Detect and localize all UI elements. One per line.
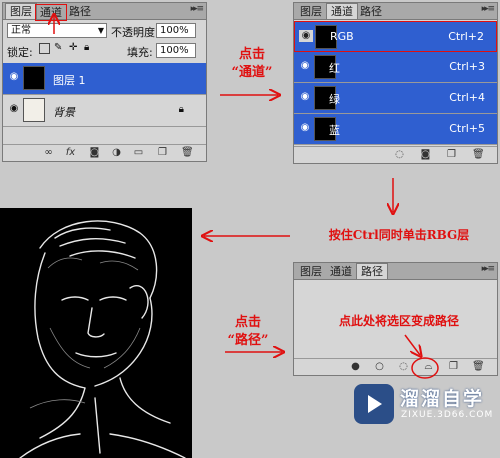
annotation-line: “通道” xyxy=(231,65,273,80)
annotation-click-channels: 点击 “通道” xyxy=(222,46,282,82)
annotation-line: 点击 xyxy=(234,315,261,330)
annotation-ctrl-click: 按住Ctrl同时单击RBG层 xyxy=(328,228,470,242)
play-icon xyxy=(368,395,382,413)
watermark-logo xyxy=(354,384,394,424)
annotation-line: 点击 xyxy=(238,47,265,62)
highlight-circle xyxy=(411,357,439,379)
annotation-make-path: 点此处将选区变成路径 xyxy=(338,314,459,328)
annotation-line: “路径” xyxy=(227,333,269,348)
arrow-to-make-path-icon xyxy=(404,334,420,355)
annotation-click-paths: 点击 “路径” xyxy=(218,314,278,350)
watermark-brand: 溜溜自学 xyxy=(400,388,485,410)
watermark-url: ZIXUE.3D66.COM xyxy=(401,410,494,420)
watermark: 溜溜自学 ZIXUE.3D66.COM xyxy=(350,378,498,438)
